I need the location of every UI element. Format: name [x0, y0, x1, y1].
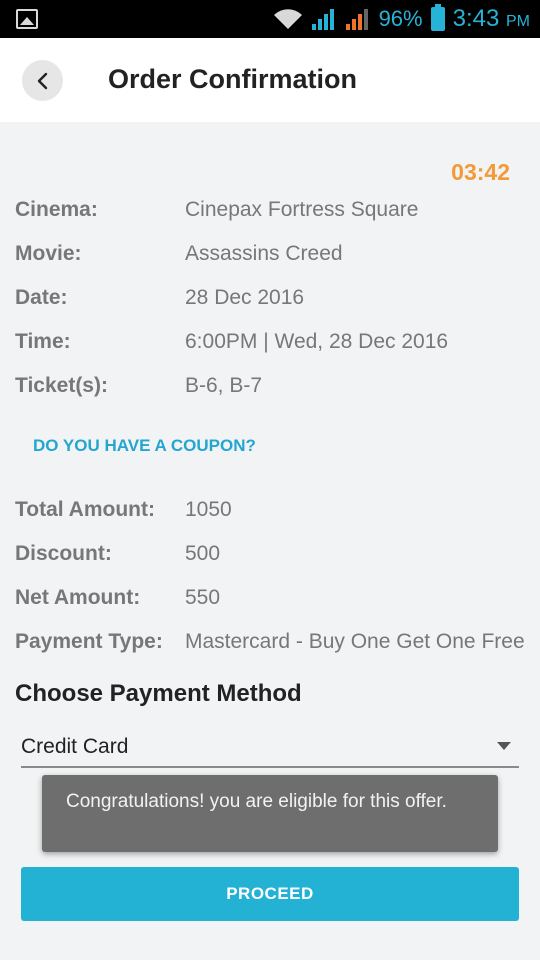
- payment-method-value: Credit Card: [21, 735, 129, 758]
- detail-value: Assassins Creed: [185, 242, 343, 265]
- countdown-timer: 03:42: [451, 159, 510, 185]
- detail-label: Date:: [15, 286, 68, 309]
- amount-row-payment-type: Payment Type: Mastercard - Buy One Get O…: [15, 627, 535, 657]
- detail-row-time: Time: 6:00PM | Wed, 28 Dec 2016: [15, 327, 535, 357]
- detail-value: Cinepax Fortress Square: [185, 198, 419, 221]
- detail-value: 28 Dec 2016: [185, 286, 305, 309]
- payment-method-title: Choose Payment Method: [15, 680, 302, 707]
- battery-percent: 96%: [378, 6, 423, 31]
- back-button[interactable]: [22, 60, 63, 101]
- amount-label: Total Amount:: [15, 498, 155, 521]
- detail-row-date: Date: 28 Dec 2016: [15, 283, 535, 313]
- proceed-button[interactable]: PROCEED: [21, 867, 519, 921]
- detail-label: Cinema:: [15, 198, 98, 221]
- amount-value: 550: [185, 586, 221, 609]
- status-clock: 3:43 PM: [453, 5, 530, 33]
- amount-value: 500: [185, 542, 221, 565]
- detail-label: Movie:: [15, 242, 82, 265]
- amount-row-net: Net Amount: 550: [15, 583, 535, 613]
- detail-row-movie: Movie: Assassins Creed: [15, 239, 535, 269]
- app-header: Order Confirmation: [0, 38, 540, 122]
- amount-value: Mastercard - Buy One Get One Free: [185, 630, 525, 653]
- status-indicators: 96% 3:43 PM: [273, 0, 530, 38]
- page-title: Order Confirmation: [108, 64, 358, 94]
- offer-toast: Congratulations! you are eligible for th…: [42, 775, 498, 852]
- amount-row-total: Total Amount: 1050: [15, 495, 535, 525]
- dropdown-arrow-icon: [497, 742, 511, 750]
- detail-value: B-6, B-7: [185, 374, 263, 397]
- image-notification-icon: [16, 9, 38, 29]
- detail-row-cinema: Cinema: Cinepax Fortress Square: [15, 195, 535, 225]
- amount-row-discount: Discount: 500: [15, 539, 535, 569]
- chevron-left-icon: [37, 72, 47, 89]
- detail-label: Time:: [15, 330, 71, 353]
- signal-icon-1: [311, 9, 334, 30]
- coupon-link[interactable]: DO YOU HAVE A COUPON?: [33, 436, 256, 456]
- clock-time: 3:43: [452, 5, 500, 32]
- payment-method-select[interactable]: Credit Card: [21, 728, 519, 768]
- detail-label: Ticket(s):: [15, 374, 108, 397]
- detail-row-tickets: Ticket(s): B-6, B-7: [15, 371, 535, 401]
- clock-ampm: PM: [506, 13, 530, 30]
- status-bar: 96% 3:43 PM: [0, 0, 540, 38]
- wifi-icon: [273, 9, 302, 29]
- signal-icon-2: [345, 9, 368, 30]
- amount-label: Net Amount:: [15, 586, 141, 609]
- detail-value: 6:00PM | Wed, 28 Dec 2016: [185, 330, 449, 353]
- amount-label: Payment Type:: [15, 630, 163, 653]
- amount-label: Discount:: [15, 542, 112, 565]
- amount-value: 1050: [185, 498, 232, 521]
- battery-icon: [430, 4, 445, 31]
